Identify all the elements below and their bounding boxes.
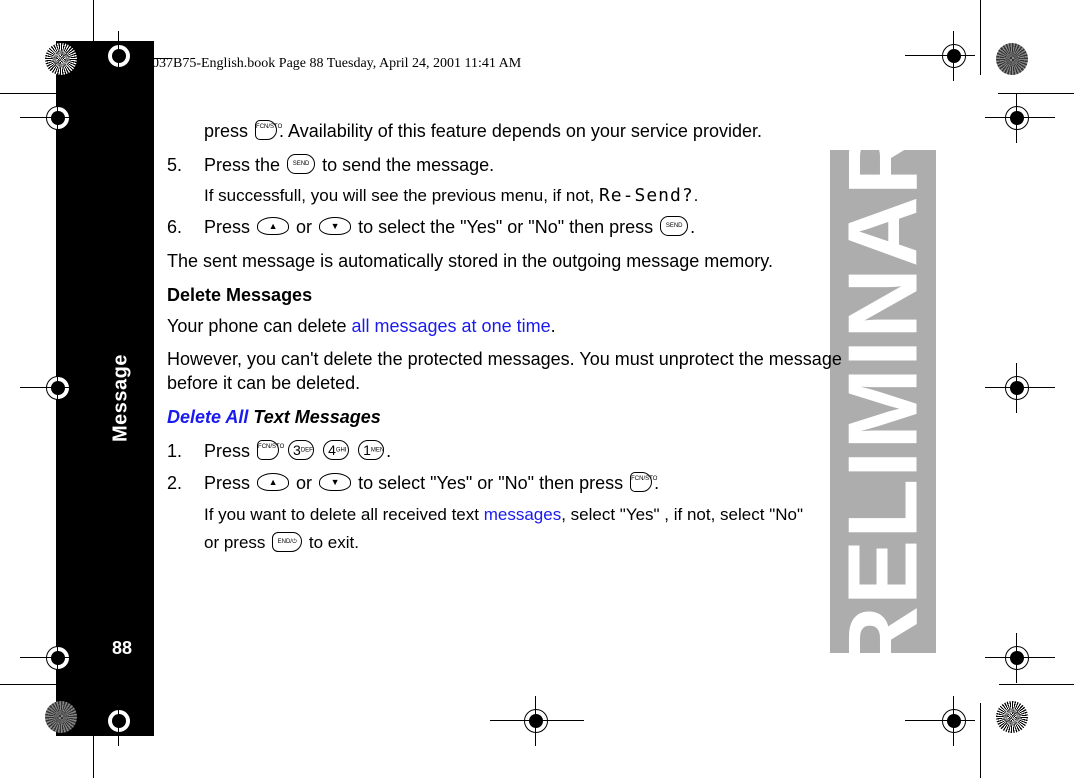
text: Press <box>204 473 251 493</box>
key-digit: 4 <box>328 442 336 459</box>
key-1-icon: 1MEN <box>358 440 385 461</box>
step-5: Press the SEND to send the message. <box>204 154 494 176</box>
text: . <box>550 316 556 336</box>
reg-line <box>20 657 90 658</box>
sidebar <box>56 41 154 736</box>
reg-line <box>985 387 1055 388</box>
glossary-link[interactable]: all messages at one time <box>352 316 551 336</box>
watermark-text: PRELIMINARY <box>830 150 936 653</box>
section-title: Message <box>109 354 132 442</box>
fcn-sto-key-icon: FCN/STO <box>630 472 657 493</box>
registration-mark <box>1005 633 1029 683</box>
down-key-icon: ▼ <box>319 217 352 236</box>
step-number: 2. <box>167 473 183 493</box>
reg-line <box>20 117 90 118</box>
text: or <box>296 473 313 493</box>
step-number: 5. <box>167 155 183 175</box>
key-letters: MEN <box>370 447 385 454</box>
protected-paragraph-line: before it can be deleted. <box>167 373 361 393</box>
glossary-link[interactable]: messages <box>484 505 561 524</box>
preliminary-watermark: PRELIMINARY <box>830 150 936 653</box>
registration-mark <box>46 363 70 413</box>
registration-mark <box>46 93 70 143</box>
section-heading: Delete Messages <box>167 285 313 305</box>
text: or <box>296 217 313 237</box>
text: If successfull, you will see the previou… <box>204 186 599 205</box>
registration-mark <box>942 696 966 746</box>
registration-mark <box>46 633 70 683</box>
crop-mark <box>980 0 981 75</box>
step-6: Press ▲ or ▼ to select the "Yes" or "No"… <box>204 216 695 238</box>
text: . <box>690 217 696 237</box>
text: . Availability of this feature depends o… <box>279 121 762 141</box>
registration-mark <box>107 31 131 81</box>
key-digit: 1 <box>363 442 371 459</box>
page-number: 88 <box>112 638 133 658</box>
lcd-text: Re-Send? <box>598 185 694 206</box>
crop-mark <box>999 684 1074 685</box>
subsection-heading-link[interactable]: Delete All <box>167 407 248 427</box>
color-target-star <box>996 701 1028 733</box>
crop-mark <box>980 703 981 778</box>
crop-mark <box>998 93 1074 94</box>
registration-mark <box>1005 93 1029 143</box>
step-number: 6. <box>167 217 183 237</box>
text: Your phone can delete <box>167 316 352 336</box>
reg-line <box>985 117 1055 118</box>
delete-note-line: If you want to delete all received text … <box>204 504 803 526</box>
reg-line <box>985 657 1055 658</box>
up-key-icon: ▲ <box>257 473 290 492</box>
registration-mark <box>107 696 131 746</box>
text: to select the "Yes" or "No" then press <box>358 217 654 237</box>
reg-line <box>905 55 975 56</box>
key-letters: DEF <box>300 447 313 454</box>
delete-step-2: Press ▲ or ▼ to select "Yes" or "No" the… <box>204 472 659 494</box>
step-5-note: If successfull, you will see the previou… <box>204 185 698 207</box>
up-key-icon: ▲ <box>257 217 290 236</box>
fcn-sto-key-icon: FCN/STO <box>257 440 284 461</box>
text: press <box>204 121 249 141</box>
step-number: 1. <box>167 441 183 461</box>
text: . <box>386 441 392 461</box>
text: Press the <box>204 155 281 175</box>
registration-mark <box>942 31 966 81</box>
registration-mark <box>1005 363 1029 413</box>
text: . <box>693 186 699 205</box>
reg-line <box>20 387 90 388</box>
text: to select "Yes" or "No" then press <box>358 473 624 493</box>
page-header-slug: 037B75-English.book Page 88 Tuesday, Apr… <box>152 56 522 71</box>
subsection-heading: Delete All Text Messages <box>167 406 381 428</box>
color-target-star <box>45 701 77 733</box>
reg-line <box>905 720 975 721</box>
delete-step-1: Press FCN/STO 3DEF 4GHI 1MEN. <box>204 440 391 462</box>
color-target-star <box>996 43 1028 75</box>
text: to exit. <box>308 533 359 552</box>
crop-mark <box>0 93 56 94</box>
text: Press <box>204 217 251 237</box>
send-key-icon: SEND <box>287 154 316 175</box>
text: Press <box>204 441 251 461</box>
end-power-key-icon: END/⏻ <box>272 531 303 552</box>
fcn-sto-key-icon: FCN/STO <box>255 120 282 141</box>
text: or press <box>204 533 266 552</box>
key-digit: 3 <box>293 442 301 459</box>
text-line: press FCN/STO. Availability of this feat… <box>204 120 762 142</box>
key-letters: GHI <box>335 447 347 454</box>
key-4-icon: 4GHI <box>323 440 350 461</box>
down-key-icon: ▼ <box>319 473 352 492</box>
delete-paragraph: Your phone can delete all messages at on… <box>167 315 556 337</box>
sent-paragraph: The sent message is automatically stored… <box>167 251 773 271</box>
reg-line <box>490 720 584 721</box>
registration-mark <box>524 696 548 746</box>
text: to send the message. <box>322 155 495 175</box>
color-target-star <box>45 43 77 75</box>
text: If you want to delete all received text <box>204 505 484 524</box>
delete-note-line: or press END/⏻ to exit. <box>204 531 359 554</box>
text: Text Messages <box>248 407 381 427</box>
protected-paragraph-line: However, you can't delete the protected … <box>167 349 842 369</box>
key-3-icon: 3DEF <box>288 440 315 461</box>
send-key-icon: SEND <box>660 216 689 237</box>
text: , select "Yes" , if not, select "No" <box>561 505 803 524</box>
